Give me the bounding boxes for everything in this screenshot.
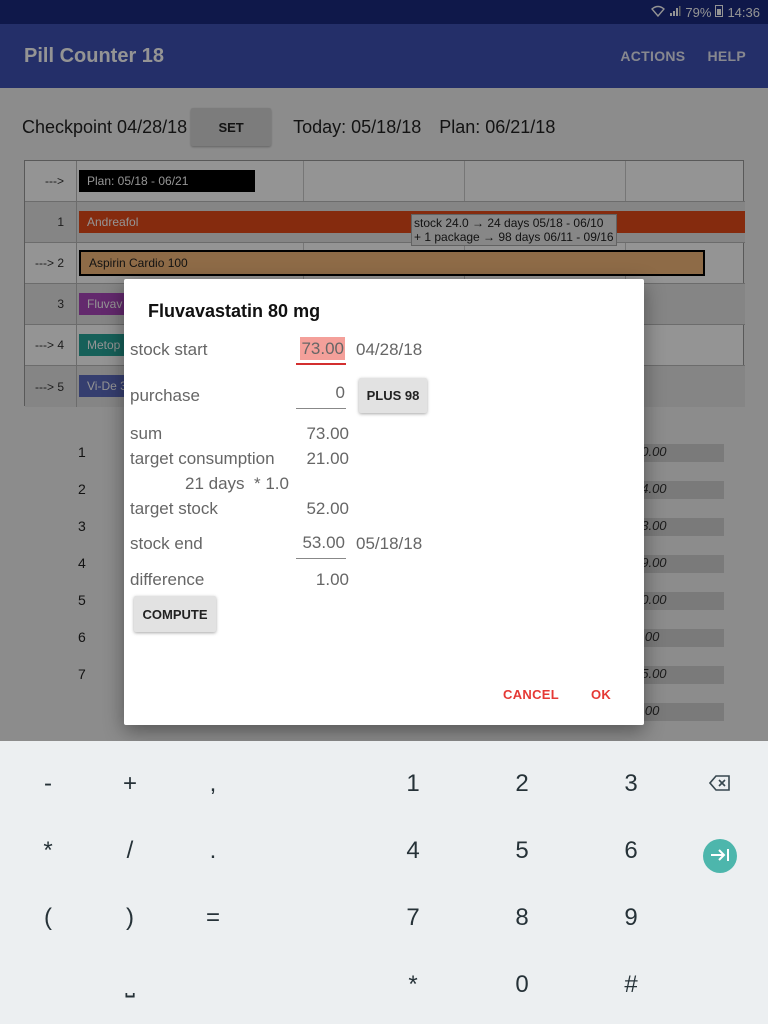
key-4[interactable]: 4 bbox=[373, 821, 453, 881]
stock-end-label: stock end bbox=[130, 534, 203, 553]
key-asterisk[interactable]: * bbox=[8, 821, 88, 881]
key-comma[interactable]: , bbox=[173, 754, 253, 814]
stock-end-value: 53.00 bbox=[302, 533, 345, 552]
key-3[interactable]: 3 bbox=[591, 754, 671, 814]
cancel-button[interactable]: CANCEL bbox=[503, 687, 559, 702]
stock-dialog: Fluvavastatin 80 mg stock start 73.00 04… bbox=[124, 279, 644, 725]
stock-start-value: 73.00 bbox=[300, 337, 345, 360]
key-7[interactable]: 7 bbox=[373, 888, 453, 948]
sum-value: 73.00 bbox=[306, 424, 349, 443]
key-space[interactable]: ⎵ bbox=[90, 955, 170, 1015]
key-plus[interactable]: + bbox=[90, 754, 170, 814]
difference-label: difference bbox=[130, 570, 205, 589]
purchase-label: purchase bbox=[130, 386, 200, 405]
target-stock-label: target stock bbox=[130, 499, 218, 518]
dialog-title: Fluvavastatin 80 mg bbox=[148, 301, 321, 321]
stock-start-label: stock start bbox=[130, 340, 208, 359]
key-6[interactable]: 6 bbox=[591, 821, 671, 881]
ok-button[interactable]: OK bbox=[591, 687, 611, 702]
compute-button[interactable]: COMPUTE bbox=[134, 596, 216, 632]
purchase-value: 0 bbox=[335, 383, 345, 402]
key-slash[interactable]: / bbox=[90, 821, 170, 881]
key-1[interactable]: 1 bbox=[373, 754, 453, 814]
plus-98-button[interactable]: PLUS 98 bbox=[359, 378, 427, 413]
key-equals[interactable]: = bbox=[173, 888, 253, 948]
days-formula: 21 days * 1.0 bbox=[185, 474, 289, 493]
target-consumption-label: target consumption bbox=[130, 449, 275, 468]
stock-start-input[interactable]: 73.00 bbox=[296, 335, 346, 365]
key-0[interactable]: 0 bbox=[482, 955, 562, 1015]
backspace-key[interactable] bbox=[680, 754, 760, 814]
sum-label: sum bbox=[130, 424, 163, 443]
difference-value: 1.00 bbox=[315, 570, 349, 589]
target-stock-value: 52.00 bbox=[306, 499, 349, 518]
key-2[interactable]: 2 bbox=[482, 754, 562, 814]
key-8[interactable]: 8 bbox=[482, 888, 562, 948]
key-star[interactable]: * bbox=[373, 955, 453, 1015]
key-hash[interactable]: # bbox=[591, 955, 671, 1015]
next-key[interactable] bbox=[703, 839, 737, 873]
numeric-keyboard: - + , 1 2 3 * / . 4 5 6 ( ) = 7 8 9 ⎵ * … bbox=[0, 741, 768, 1024]
key-period[interactable]: . bbox=[173, 821, 253, 881]
next-field-icon bbox=[710, 846, 730, 867]
backspace-icon bbox=[708, 770, 731, 798]
key-9[interactable]: 9 bbox=[591, 888, 671, 948]
purchase-input[interactable]: 0 bbox=[296, 379, 346, 409]
key-open-paren[interactable]: ( bbox=[8, 888, 88, 948]
stock-start-date: 04/28/18 bbox=[356, 340, 423, 359]
stock-end-input[interactable]: 53.00 bbox=[296, 529, 346, 559]
key-5[interactable]: 5 bbox=[482, 821, 562, 881]
key-close-paren[interactable]: ) bbox=[90, 888, 170, 948]
stock-end-date: 05/18/18 bbox=[356, 534, 423, 553]
target-consumption-value: 21.00 bbox=[306, 449, 349, 468]
key-minus[interactable]: - bbox=[8, 754, 88, 814]
